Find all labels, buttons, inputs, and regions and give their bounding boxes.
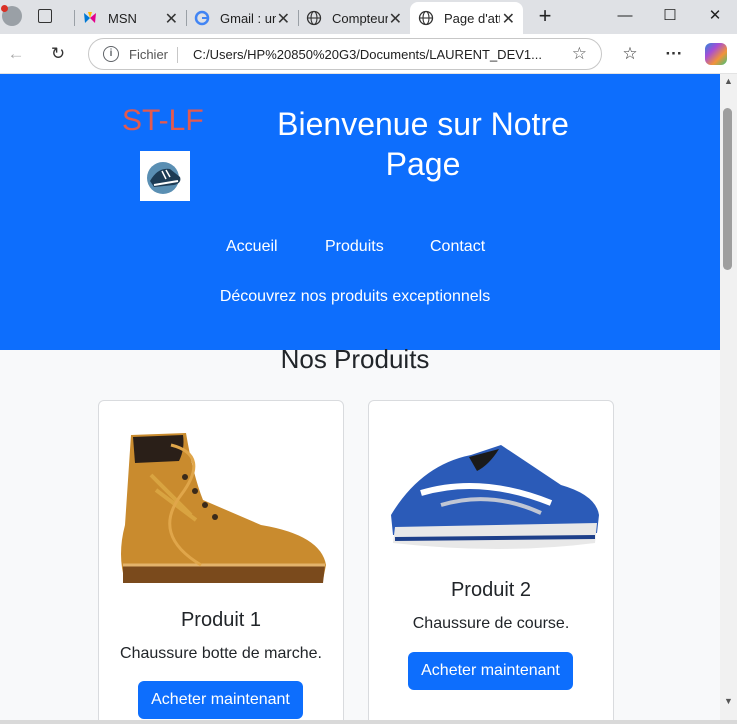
- address-url[interactable]: C:/Users/HP%20850%20G3/Documents/LAURENT…: [193, 47, 553, 62]
- msn-butterfly-icon: [84, 12, 96, 23]
- refresh-icon[interactable]: ↻: [46, 42, 70, 66]
- scrollbar-thumb[interactable]: [723, 108, 732, 270]
- product-title: Produit 1: [180, 609, 262, 631]
- page-viewport: ST-LF Bienvenue sur Notre Page Accueil P…: [0, 74, 720, 720]
- product-card: Produit 1 Chaussure botte de marche. Ach…: [98, 400, 344, 720]
- tab-actions-icon[interactable]: [38, 9, 52, 23]
- tab-compteur[interactable]: Compteur ✕: [298, 2, 410, 34]
- running-shoe-image: [391, 445, 599, 549]
- browser-toolbar: ← ↻ i Fichier C:/Users/HP%20850%20G3/Doc…: [0, 34, 737, 74]
- nav-link-produits[interactable]: Produits: [325, 238, 384, 256]
- site-header: ST-LF Bienvenue sur Notre Page Accueil P…: [0, 74, 720, 350]
- product-description: Chaussure botte de marche.: [120, 645, 322, 662]
- site-brand: ST-LF: [122, 104, 204, 137]
- tab-title: Gmail : un: [220, 10, 276, 26]
- copilot-icon[interactable]: [705, 43, 727, 65]
- tab-title: Page d'att: [444, 10, 500, 26]
- tab-gmail[interactable]: Gmail : un ✕: [186, 2, 298, 34]
- favorite-star-icon[interactable]: ☆: [572, 44, 587, 64]
- tab-strip: MSN ✕ Gmail : un ✕ Compteur ✕ Page d'att…: [0, 0, 737, 34]
- product-description: Chaussure de course.: [412, 615, 570, 632]
- nav-link-contact[interactable]: Contact: [430, 238, 485, 256]
- minimize-icon[interactable]: —: [610, 4, 640, 28]
- globe-icon: [306, 10, 322, 26]
- info-icon[interactable]: i: [103, 46, 119, 62]
- globe-icon: [418, 10, 434, 26]
- product-card: Produit 2 Chaussure de course. Acheter m…: [368, 400, 614, 720]
- maximize-icon[interactable]: ☐: [655, 4, 685, 28]
- page-headline: Bienvenue sur Notre Page: [277, 106, 569, 182]
- address-bar[interactable]: i Fichier C:/Users/HP%20850%20G3/Documen…: [88, 38, 602, 70]
- tagline: Découvrez nos produits exceptionnels: [219, 288, 491, 305]
- tab-msn[interactable]: MSN ✕: [74, 2, 186, 34]
- address-scheme: Fichier: [129, 47, 169, 62]
- buy-now-button[interactable]: Acheter maintenant: [138, 681, 303, 719]
- section-title: Nos Produits: [280, 344, 430, 374]
- close-tab-icon[interactable]: ✕: [165, 9, 178, 29]
- product-title: Produit 2: [450, 579, 532, 601]
- favorites-list-icon[interactable]: ☆: [618, 42, 642, 66]
- google-g-icon: [194, 10, 210, 26]
- address-divider: [177, 47, 178, 63]
- close-window-icon[interactable]: ✕: [700, 4, 730, 28]
- buy-now-button[interactable]: Acheter maintenant: [408, 652, 573, 690]
- profile-avatar-icon[interactable]: [1, 5, 22, 26]
- hiking-boot-image: [121, 433, 326, 583]
- tab-title: Compteur: [332, 10, 388, 26]
- tab-title: MSN: [108, 10, 137, 26]
- site-logo: [140, 151, 190, 201]
- scroll-down-arrow-icon[interactable]: ▼: [724, 696, 733, 706]
- back-arrow-icon[interactable]: ←: [4, 42, 28, 66]
- close-tab-icon[interactable]: ✕: [389, 9, 402, 29]
- tab-page-attente[interactable]: Page d'att ✕: [410, 2, 523, 34]
- nav-link-accueil[interactable]: Accueil: [226, 238, 278, 256]
- close-tab-icon[interactable]: ✕: [277, 9, 290, 29]
- shoe-logo-icon: [147, 162, 181, 194]
- scroll-up-arrow-icon[interactable]: ▲: [724, 76, 733, 86]
- window-bottom-edge: [0, 720, 737, 724]
- close-tab-icon[interactable]: ✕: [502, 9, 515, 29]
- new-tab-icon[interactable]: +: [530, 4, 560, 28]
- more-menu-icon[interactable]: ···: [662, 42, 686, 66]
